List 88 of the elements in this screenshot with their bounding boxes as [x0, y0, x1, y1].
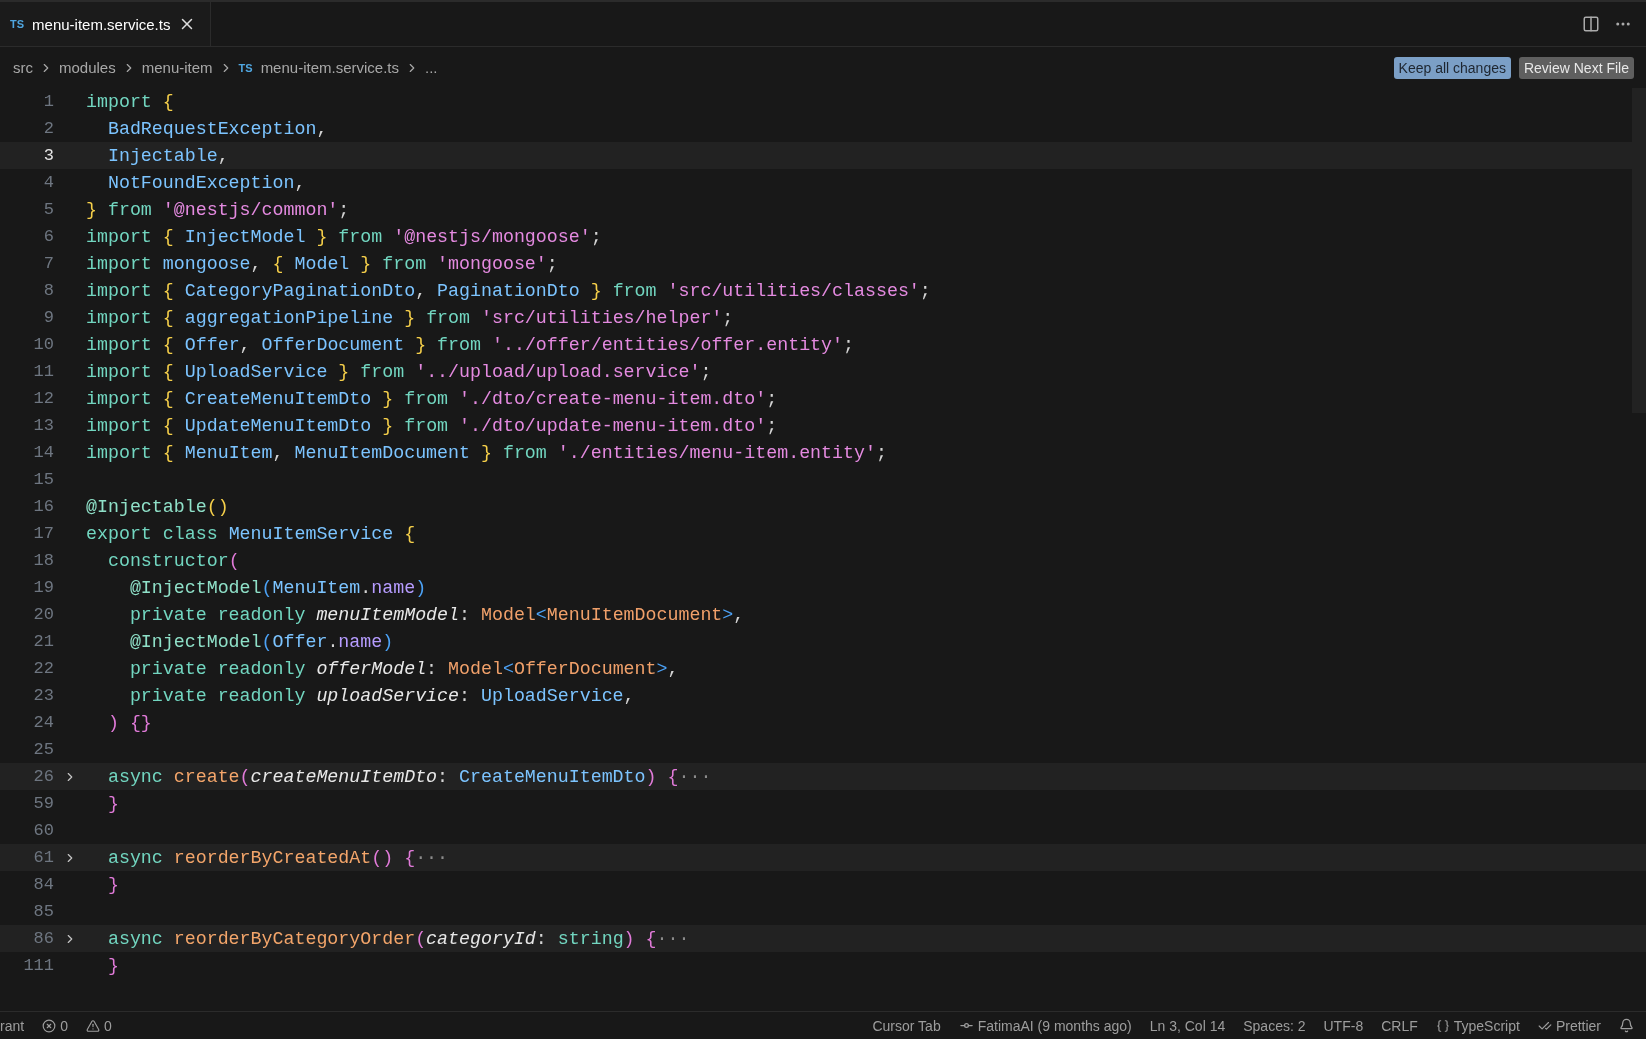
code-line: async create(createMenuItemDto: CreateMenuItemDto) {···	[106, 766, 712, 787]
line-number: 85	[32, 902, 54, 921]
status-item[interactable]: CRLF	[1381, 1017, 1418, 1034]
line-number: 7	[42, 254, 54, 273]
status-item[interactable]: rant	[0, 1017, 25, 1034]
line-number: 24	[32, 713, 54, 732]
line-number: 9	[42, 308, 54, 327]
line-number: 84	[32, 875, 54, 894]
status-item[interactable]: 0	[103, 1017, 112, 1034]
status-item[interactable]: Ln 3, Col 14	[1149, 1017, 1226, 1034]
warning-icon	[85, 1018, 100, 1033]
code-line: constructor(	[106, 550, 240, 571]
line-number: 26	[32, 767, 54, 786]
code-line: Injectable,	[106, 145, 229, 166]
line-number: 23	[32, 686, 54, 705]
status-item[interactable]: TypeScript	[1453, 1017, 1520, 1034]
line-number: 21	[32, 632, 54, 651]
breadcrumb-item[interactable]: menu-item.service.ts	[260, 59, 399, 76]
line-number: 13	[32, 416, 54, 435]
line-number: 59	[32, 794, 54, 813]
code-line: ) {}	[106, 712, 152, 733]
file-type-label: TS	[10, 18, 25, 30]
error-icon	[42, 1018, 57, 1033]
line-number: 60	[32, 821, 54, 840]
code-line: }	[106, 955, 119, 976]
line-number: 18	[32, 551, 54, 570]
status-item[interactable]: Cursor Tab	[872, 1017, 941, 1034]
code-line: import { UpdateMenuItemDto } from './dto/update-menu-item.dto';	[86, 415, 778, 436]
status-item[interactable]: Spaces: 2	[1243, 1017, 1306, 1034]
line-number: 2	[42, 119, 54, 138]
breadcrumb-item[interactable]: ...	[425, 59, 438, 76]
code-line: private readonly menuItemModel: Model<MenuItemDocument>,	[128, 604, 745, 625]
status-item[interactable]: Prettier	[1555, 1017, 1601, 1034]
keep-changes-button[interactable]: Keep all changes	[1393, 56, 1511, 79]
file-type-label: TS	[238, 61, 253, 74]
tab-label: menu-item.service.ts	[32, 15, 171, 33]
code-line: import { UploadService } from '../upload/upload.service';	[86, 361, 712, 382]
split-editor-icon[interactable]	[1582, 15, 1600, 33]
line-number: 20	[32, 605, 54, 624]
status-item[interactable]: 0	[60, 1017, 68, 1034]
line-number: 11	[32, 362, 54, 381]
code-line: import {	[86, 91, 174, 112]
code-line: NotFoundException,	[106, 172, 306, 193]
braces-icon	[1435, 1018, 1450, 1033]
bell-icon	[1619, 1018, 1634, 1033]
breadcrumb-item[interactable]: modules	[59, 59, 116, 76]
code-line: import { Offer, OfferDocument } from '../offer/entities/offer.entity';	[86, 334, 854, 355]
status-item[interactable]: FatimaAI (9 months ago)	[977, 1017, 1132, 1034]
code-line: @InjectModel(Offer.name)	[128, 631, 394, 652]
line-number: 10	[32, 335, 54, 354]
line-number: 16	[32, 497, 54, 516]
line-number: 61	[32, 848, 54, 867]
breadcrumb-item[interactable]: menu-item	[141, 59, 213, 76]
code-line: }	[106, 874, 119, 895]
code-line: @Injectable()	[86, 496, 229, 517]
line-number: 25	[32, 740, 54, 759]
line-number: 22	[32, 659, 54, 678]
line-number: 12	[32, 389, 54, 408]
code-line: async reorderByCreatedAt() {···	[106, 847, 449, 868]
code-line: private readonly uploadService: UploadService,	[128, 685, 635, 706]
line-number: 14	[32, 443, 54, 462]
line-number: 15	[32, 470, 54, 489]
line-number: 111	[22, 956, 54, 975]
code-line: import { MenuItem, MenuItemDocument } from './entities/menu-item.entity';	[86, 442, 887, 463]
code-line: BadRequestException,	[106, 118, 328, 139]
code-line: @InjectModel(MenuItem.name)	[128, 577, 427, 598]
line-number: 8	[42, 281, 54, 300]
line-number: 1	[42, 92, 54, 111]
code-line: import mongoose, { Model } from 'mongoose';	[86, 253, 558, 274]
code-line: export class MenuItemService {	[86, 523, 416, 544]
code-line: } from '@nestjs/common';	[86, 199, 350, 220]
line-number: 86	[32, 929, 54, 948]
code-line: async reorderByCategoryOrder(categoryId: string) {···	[106, 928, 690, 949]
line-number: 17	[32, 524, 54, 543]
breadcrumb-item[interactable]: src	[13, 59, 33, 76]
review-next-button[interactable]: Review Next File	[1518, 56, 1634, 79]
code-line: }	[106, 793, 119, 814]
code-line: import { aggregationPipeline } from 'src/utilities/helper';	[86, 307, 734, 328]
code-line: import { CategoryPaginationDto, PaginationDto } from 'src/utilities/classes';	[86, 280, 931, 301]
code-line: import { CreateMenuItemDto } from './dto/create-menu-item.dto';	[86, 388, 778, 409]
code-line: private readonly offerModel: Model<OfferDocument>,	[128, 658, 679, 679]
code-line: import { InjectModel } from '@nestjs/mongoose';	[86, 226, 602, 247]
line-number: 6	[42, 227, 54, 246]
line-number: 19	[32, 578, 54, 597]
line-number: 5	[42, 200, 54, 219]
status-item[interactable]: UTF-8	[1323, 1017, 1364, 1034]
line-number: 3	[42, 146, 54, 165]
line-number: 4	[42, 173, 54, 192]
